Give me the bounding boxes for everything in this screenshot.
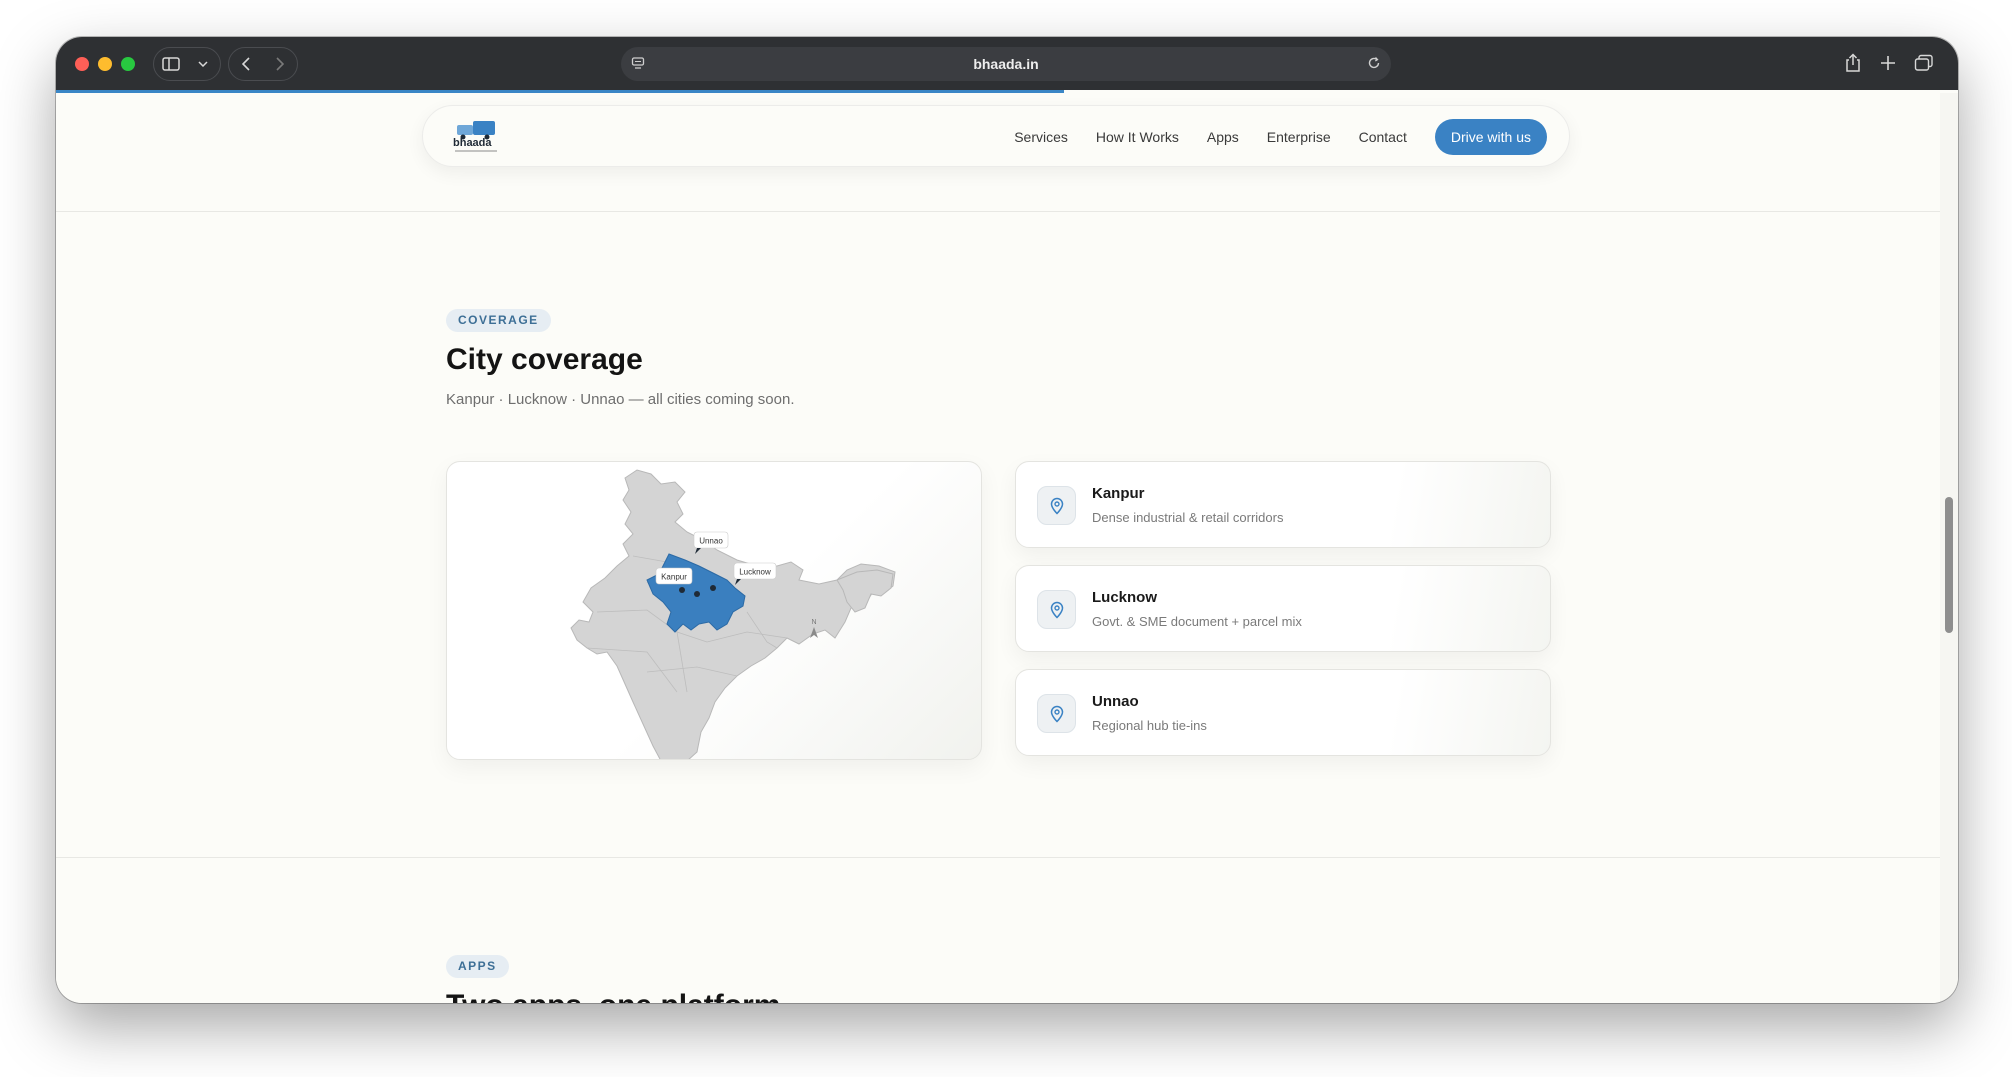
address-bar[interactable]: bhaada.in [621,47,1391,81]
kanpur-callout: Kanpur [655,567,693,585]
nav-link-enterprise[interactable]: Enterprise [1267,129,1331,145]
nav-link-apps[interactable]: Apps [1207,129,1239,145]
city-card-lucknow[interactable]: Lucknow Govt. & SME document + parcel mi… [1015,565,1551,652]
nav-link-contact[interactable]: Contact [1359,129,1407,145]
compass-label: N [811,619,816,626]
city-description: Dense industrial & retail corridors [1092,510,1284,525]
history-nav-group [228,47,298,81]
unnao-pin[interactable] [679,587,685,593]
browser-toolbar: bhaada.in [56,37,1958,90]
close-window-button[interactable] [75,57,89,71]
map-label-kanpur: Kanpur [661,573,687,582]
sidebar-toggle-group [153,47,221,81]
coverage-title: City coverage [446,343,643,376]
scrollbar-thumb[interactable] [1945,497,1953,633]
coverage-badge: COVERAGE [446,309,551,332]
browser-window: bhaada.in bhaada Services How It Works A… [56,37,1958,1003]
reload-icon[interactable] [1367,56,1381,75]
city-name: Unnao [1092,693,1139,710]
back-arrow-icon[interactable] [229,48,263,80]
kanpur-pin[interactable] [694,591,700,597]
bhaada-logo[interactable]: bhaada [451,119,501,155]
sidebar-icon[interactable] [154,48,188,80]
map-label-lucknow: Lucknow [739,568,771,577]
coverage-map-card: Unnao Lucknow Kanpur N [446,461,982,760]
location-pin-icon [1037,694,1076,733]
site-navbar: bhaada Services How It Works Apps Enterp… [422,105,1570,167]
lucknow-pin[interactable] [710,585,716,591]
map-label-unnao: Unnao [699,537,723,546]
drive-with-us-button[interactable]: Drive with us [1434,119,1547,155]
city-name: Kanpur [1092,485,1145,502]
nav-link-services[interactable]: Services [1014,129,1068,145]
city-card-unnao[interactable]: Unnao Regional hub tie-ins [1015,669,1551,756]
zoom-window-button[interactable] [121,57,135,71]
web-page: bhaada Services How It Works Apps Enterp… [56,93,1940,1003]
city-description: Regional hub tie-ins [1092,718,1207,733]
logo-wordmark: bhaada [453,137,492,149]
new-tab-icon[interactable] [1879,54,1897,77]
coverage-subtitle: Kanpur · Lucknow · Unnao — all cities co… [446,391,795,408]
city-name: Lucknow [1092,589,1158,606]
tab-overview-icon[interactable] [1914,54,1934,77]
forward-arrow-icon[interactable] [263,48,297,80]
page-scrollbar[interactable] [1940,93,1958,1003]
minimize-window-button[interactable] [98,57,112,71]
share-icon[interactable] [1844,53,1862,78]
address-text: bhaada.in [973,56,1039,72]
location-pin-icon [1037,590,1076,629]
apps-badge: APPS [446,955,509,978]
chevron-down-icon[interactable] [188,48,218,80]
apps-title: Two apps, one platform [446,989,780,1003]
city-card-kanpur[interactable]: Kanpur Dense industrial & retail corrido… [1015,461,1551,548]
india-map: Unnao Lucknow Kanpur N [570,469,896,759]
section-divider [56,857,1940,858]
city-description: Govt. & SME document + parcel mix [1092,614,1302,629]
location-pin-icon [1037,486,1076,525]
nav-link-how-it-works[interactable]: How It Works [1096,129,1179,145]
india-outline [570,469,896,759]
navbar-divider [56,211,1940,212]
nav-links: Services How It Works Apps Enterprise Co… [1014,119,1547,155]
